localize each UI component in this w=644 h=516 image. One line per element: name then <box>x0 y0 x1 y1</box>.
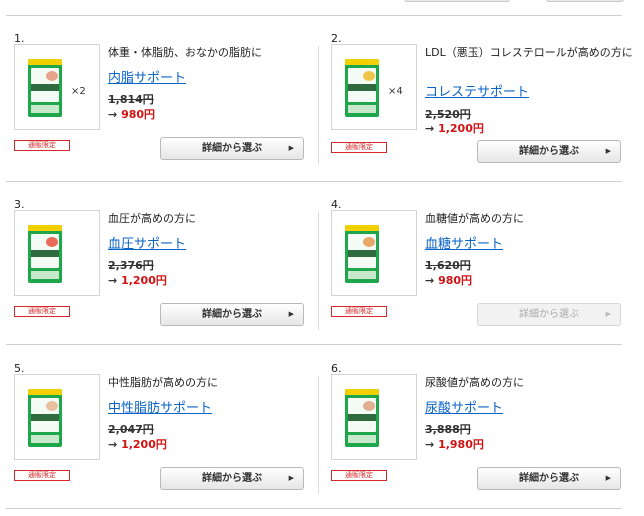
choose-from-details-button[interactable]: 詳細から選ぶ ▶ <box>477 467 621 490</box>
product-card: 5. 中性脂肪が高めの方に 中性脂肪サポート 2,047円 → 1,200円 通… <box>14 362 314 512</box>
quantity-multiplier: ×2 <box>71 86 86 97</box>
sale-price: → 1,200円 <box>108 436 167 452</box>
original-price: 1,814円 <box>108 93 154 106</box>
sale-price-value: 1,200円 <box>121 438 167 451</box>
product-thumbnail[interactable]: ×2 <box>14 44 100 130</box>
product-thumbnail[interactable] <box>14 374 100 460</box>
choose-from-details-button[interactable]: 詳細から選ぶ ▶ <box>477 303 621 326</box>
package-illustration <box>363 71 375 81</box>
divider <box>6 15 622 16</box>
price-arrow: → <box>108 438 118 451</box>
mail-order-limited-badge: 通販限定 <box>14 306 70 317</box>
original-price: 2,047円 <box>108 423 154 436</box>
choose-from-details-button[interactable]: 詳細から選ぶ ▶ <box>160 137 304 160</box>
mail-order-limited-badge: 通販限定 <box>331 306 387 317</box>
product-card: 2. ×4 LDL（悪玉）コレステロールが高めの方に コレステサポート 2,52… <box>331 32 633 182</box>
product-thumbnail[interactable]: ×4 <box>331 44 417 130</box>
product-description: 尿酸値が高めの方に <box>425 376 524 389</box>
button-label: 詳細から選ぶ <box>519 309 579 320</box>
product-name-link[interactable]: 中性脂肪サポート <box>108 397 212 416</box>
mail-order-limited-badge: 通販限定 <box>14 140 70 151</box>
package-illustration <box>46 401 58 411</box>
top-partial-button-1[interactable] <box>404 0 510 2</box>
product-name-link[interactable]: 血糖サポート <box>425 233 503 252</box>
original-price: 2,376円 <box>108 259 154 272</box>
product-card: 3. 血圧が高めの方に 血圧サポート 2,376円 → 1,200円 通販限定 … <box>14 198 314 348</box>
product-package-image <box>345 225 379 283</box>
mail-order-limited-badge: 通販限定 <box>331 142 387 153</box>
button-label: 詳細から選ぶ <box>202 309 262 320</box>
sale-price: → 1,980円 <box>425 436 484 452</box>
column-divider <box>318 376 319 494</box>
price-arrow: → <box>108 108 118 121</box>
sale-price-value: 980円 <box>438 274 473 287</box>
product-card: 4. 血糖値が高めの方に 血糖サポート 1,620円 → 980円 通販限定 詳… <box>331 198 631 348</box>
package-illustration <box>46 71 58 81</box>
top-partial-button-2[interactable] <box>546 0 624 2</box>
price-arrow: → <box>425 438 435 451</box>
product-description: 中性脂肪が高めの方に <box>108 376 218 389</box>
sale-price: → 980円 <box>425 272 472 288</box>
chevron-right-icon: ▶ <box>288 310 294 318</box>
sale-price-value: 1,200円 <box>121 274 167 287</box>
product-thumbnail[interactable] <box>331 374 417 460</box>
product-package-image <box>345 59 379 117</box>
sale-price-value: 1,980円 <box>438 438 484 451</box>
package-illustration <box>46 237 58 247</box>
sale-price: → 1,200円 <box>425 120 484 136</box>
quantity-multiplier: ×4 <box>388 86 403 97</box>
product-card: 6. 尿酸値が高めの方に 尿酸サポート 3,888円 → 1,980円 通販限定… <box>331 362 631 512</box>
sale-price-value: 1,200円 <box>438 122 484 135</box>
product-package-image <box>28 389 62 447</box>
product-thumbnail[interactable] <box>14 210 100 296</box>
product-description: 血糖値が高めの方に <box>425 212 524 225</box>
product-name-link[interactable]: コレステサポート <box>425 81 529 100</box>
price-arrow: → <box>425 122 435 135</box>
package-illustration <box>363 401 375 411</box>
product-thumbnail[interactable] <box>331 210 417 296</box>
choose-from-details-button[interactable]: 詳細から選ぶ ▶ <box>160 303 304 326</box>
product-name-link[interactable]: 内脂サポート <box>108 67 186 86</box>
package-illustration <box>363 237 375 247</box>
chevron-right-icon: ▶ <box>605 147 611 155</box>
mail-order-limited-badge: 通販限定 <box>14 470 70 481</box>
price-arrow: → <box>425 274 435 287</box>
sale-price-value: 980円 <box>121 108 156 121</box>
choose-from-details-button[interactable]: 詳細から選ぶ ▶ <box>477 140 621 163</box>
price-arrow: → <box>108 274 118 287</box>
original-price: 1,620円 <box>425 259 471 272</box>
product-name-link[interactable]: 尿酸サポート <box>425 397 503 416</box>
choose-from-details-button[interactable]: 詳細から選ぶ ▶ <box>160 467 304 490</box>
chevron-right-icon: ▶ <box>288 474 294 482</box>
sale-price: → 980円 <box>108 106 155 122</box>
button-label: 詳細から選ぶ <box>519 146 579 157</box>
product-name-link[interactable]: 血圧サポート <box>108 233 186 252</box>
chevron-right-icon: ▶ <box>605 474 611 482</box>
product-package-image <box>345 389 379 447</box>
product-card: 1. ×2 体重・体脂肪、おなかの脂肪に 内脂サポート 1,814円 → 980… <box>14 32 314 182</box>
chevron-right-icon: ▶ <box>605 310 611 318</box>
mail-order-limited-badge: 通販限定 <box>331 470 387 481</box>
product-description: 血圧が高めの方に <box>108 212 196 225</box>
product-description: LDL（悪玉）コレステロールが高めの方に <box>425 46 633 59</box>
column-divider <box>318 46 319 164</box>
chevron-right-icon: ▶ <box>288 144 294 152</box>
product-description: 体重・体脂肪、おなかの脂肪に <box>108 46 262 59</box>
product-package-image <box>28 225 62 283</box>
button-label: 詳細から選ぶ <box>202 473 262 484</box>
original-price: 3,888円 <box>425 423 471 436</box>
column-divider <box>318 212 319 330</box>
button-label: 詳細から選ぶ <box>202 143 262 154</box>
sale-price: → 1,200円 <box>108 272 167 288</box>
button-label: 詳細から選ぶ <box>519 473 579 484</box>
product-package-image <box>28 59 62 117</box>
